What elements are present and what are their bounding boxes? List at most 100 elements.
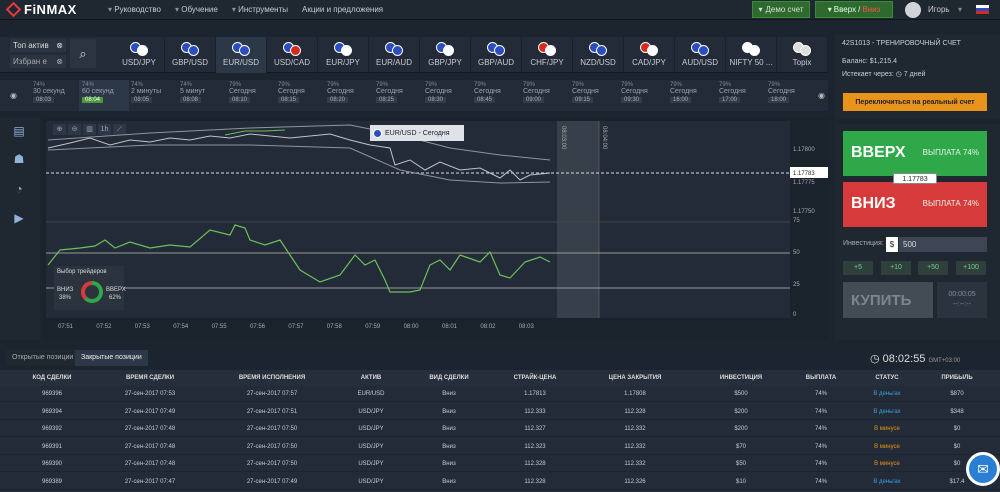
osc-label-75: 75 <box>793 218 800 224</box>
table-cell: $70 <box>735 443 747 450</box>
table-cell: $50 <box>735 461 747 467</box>
table-cell: 112.332 <box>624 426 646 432</box>
table-cell: $200 <box>734 408 748 415</box>
table-row[interactable]: 969391 27-сен-2017 07:48 27-сен-2017 07:50… <box>0 439 1000 455</box>
table-row[interactable]: 969394 27-сен-2017 07:49 27-сен-2017 07:51… <box>0 404 1000 420</box>
traders-up-label: ВВЕРХ <box>106 287 126 293</box>
down-button[interactable]: ВНИЗ ВЫПЛАТА 74% <box>843 182 987 227</box>
add-5-button[interactable]: +5 <box>843 261 873 275</box>
table-cell: $10 <box>735 478 747 485</box>
column-header: КОД СДЕЛКИ <box>32 375 72 381</box>
table-row[interactable]: 969389 27-сен-2017 07:47 27-сен-2017 07:49… <box>0 474 1000 490</box>
support-mail-button[interactable]: ✉ <box>966 452 1000 486</box>
traders-choice-title: Выбор трейдеров <box>57 269 107 275</box>
table-cell: 74% <box>814 426 828 432</box>
table-cell: 27-сен-2017 07:49 <box>124 408 176 415</box>
table-cell: 27-сен-2017 07:50 <box>246 443 298 450</box>
table-cell: 969396 <box>41 391 63 397</box>
table-cell: Вниз <box>442 426 456 432</box>
mail-icon: ✉ <box>977 460 989 477</box>
add-10-button[interactable]: +10 <box>881 261 911 275</box>
table-cell: 74% <box>814 391 828 397</box>
table-cell: 74% <box>814 461 828 467</box>
osc-label-25: 25 <box>793 282 800 288</box>
price-tag-text: 1.17783 <box>793 171 815 177</box>
buy-timer: 00:00:05 --:--:-- <box>937 282 987 318</box>
table-cell: $348 <box>950 408 964 415</box>
column-header: ИНВЕСТИЦИЯ <box>719 375 763 381</box>
x-label: 08:03 <box>519 324 535 330</box>
up-button-label: ВВЕРХ <box>851 144 906 161</box>
table-row[interactable]: 969390 27-сен-2017 07:48 27-сен-2017 07:50… <box>0 456 1000 472</box>
traders-donut <box>81 281 103 303</box>
table-cell: 112.332 <box>624 461 646 467</box>
down-payout: ВЫПЛАТА 74% <box>922 199 979 208</box>
x-label: 07:56 <box>250 324 266 330</box>
table-cell: 27-сен-2017 07:48 <box>124 461 176 467</box>
up-button[interactable]: ВВЕРХ ВЫПЛАТА 74% <box>843 131 987 176</box>
table-cell: 112.332 <box>624 443 646 450</box>
table-cell: USD/JPY <box>358 443 384 450</box>
positions-tabs <box>0 350 1000 366</box>
table-cell: 27-сен-2017 07:51 <box>246 408 298 415</box>
table-cell: В минусе <box>874 443 900 450</box>
column-header: ВИД СДЕЛКИ <box>429 375 469 381</box>
add-50-button[interactable]: +50 <box>918 261 948 275</box>
table-cell: $0 <box>953 461 961 467</box>
table-header: КОД СДЕЛКИ ВРЕМЯ СДЕЛКИ ВРЕМЯ ИСПОЛНЕНИЯ АК… <box>0 370 1000 386</box>
switch-real-account-button[interactable]: Переключиться на реальный счет <box>843 93 987 111</box>
table-cell: В деньгах <box>873 478 901 485</box>
current-rate: 1.17783 <box>893 173 937 184</box>
table-cell: 112.333 <box>524 408 546 415</box>
table-cell: В деньгах <box>873 408 901 415</box>
clock-icon: ◷ <box>870 353 880 365</box>
table-cell: 27-сен-2017 07:50 <box>246 426 298 432</box>
column-header: ПРИБЫЛЬ <box>941 375 973 381</box>
asset-popup: EUR/USD - Сегодня <box>370 125 464 141</box>
column-header: ЦЕНА ЗАКРЫТИЯ <box>608 375 662 381</box>
add-100-button[interactable]: +100 <box>956 261 986 275</box>
x-label: 07:57 <box>288 324 304 330</box>
y-label-2: 1.17775 <box>793 180 815 186</box>
y-label-3: 1.17750 <box>793 209 815 215</box>
tab-open-positions[interactable]: Открытые позиции <box>6 350 80 366</box>
y-label-1: 1.17800 <box>793 147 815 153</box>
column-header: ВЫПЛАТА <box>805 375 837 381</box>
table-cell: 27-сен-2017 07:53 <box>124 391 176 397</box>
table-cell: 112.328 <box>524 461 546 467</box>
band-lower <box>47 144 551 184</box>
currency-symbol: $ <box>886 237 898 252</box>
table-row[interactable]: 969396 27-сен-2017 07:53 27-сен-2017 07:57… <box>0 386 1000 402</box>
table-cell: USD/JPY <box>358 461 384 467</box>
traders-choice-widget: Выбор трейдеров ВНИЗ 38% ВВЕРХ 62% <box>54 266 126 310</box>
clock-tz: GMT+03:00 <box>928 358 961 364</box>
tab-closed-positions[interactable]: Закрытые позиции <box>75 350 148 366</box>
table-cell: Вниз <box>442 391 456 397</box>
table-cell: 969394 <box>41 408 63 415</box>
table-cell: USD/JPY <box>358 478 384 485</box>
table-cell: Вниз <box>442 443 456 450</box>
column-header: ВРЕМЯ СДЕЛКИ <box>125 375 175 381</box>
column-header: АКТИВ <box>360 375 382 381</box>
investment-input[interactable] <box>899 237 987 252</box>
table-cell: Вниз <box>442 478 456 485</box>
osc-label-0: 0 <box>793 312 797 318</box>
table-cell: 1.17808 <box>624 391 646 397</box>
table-cell: 112.326 <box>624 478 646 485</box>
table-cell: $0 <box>953 426 961 432</box>
band-upper <box>47 124 551 161</box>
eur-usd-flag-icon <box>373 128 382 138</box>
x-label: 07:55 <box>212 324 228 330</box>
buy-timer-2: --:--:-- <box>953 301 971 308</box>
table-cell: В минусе <box>874 426 900 432</box>
table-cell: 27-сен-2017 07:48 <box>124 426 176 432</box>
table-cell: $17.4 <box>949 478 965 485</box>
table-row[interactable]: 969392 27-сен-2017 07:48 27-сен-2017 07:50… <box>0 421 1000 437</box>
table-cell: 27-сен-2017 07:57 <box>246 391 298 397</box>
column-header: ВРЕМЯ ИСПОЛНЕНИЯ <box>238 375 306 381</box>
table-cell: 112.327 <box>524 426 546 432</box>
table-cell: 27-сен-2017 07:50 <box>246 461 298 467</box>
table-cell: 969392 <box>41 426 63 432</box>
table-cell: 969390 <box>41 461 63 467</box>
buy-button[interactable]: КУПИТЬ <box>843 282 933 318</box>
